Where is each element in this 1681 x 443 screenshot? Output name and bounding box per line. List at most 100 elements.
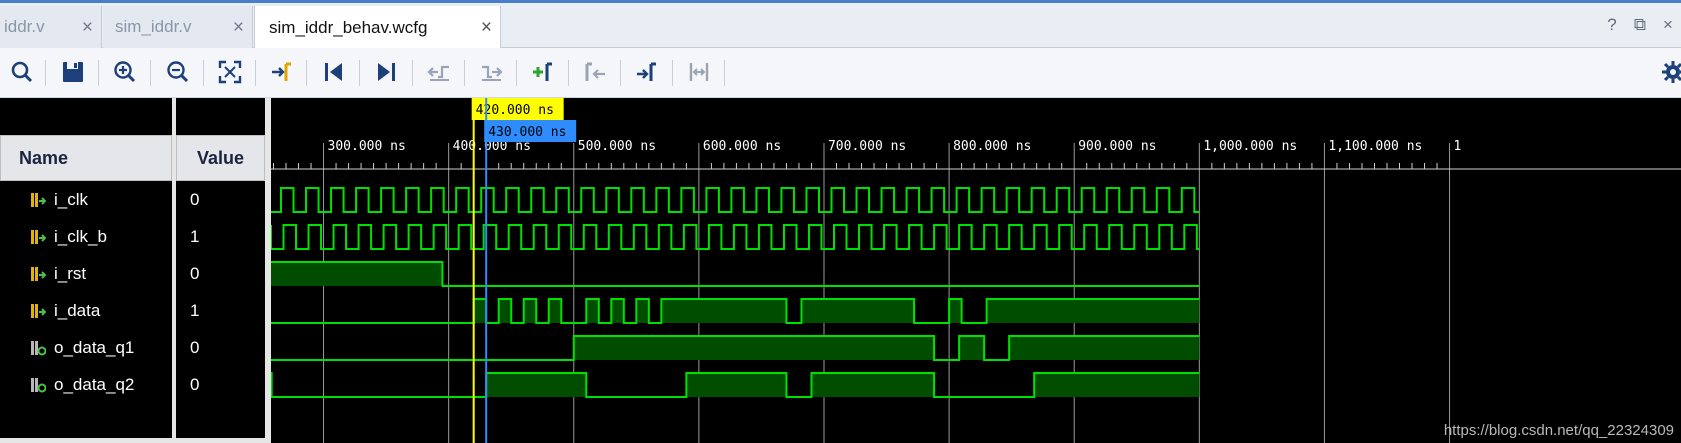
wave-high-fill <box>486 373 587 397</box>
signal-name: o_data_q1 <box>54 337 135 357</box>
editor-tab-bar: iddr.v × sim_iddr.v × sim_iddr_behav.wcf… <box>0 3 1681 49</box>
help-icon[interactable]: ? <box>1603 15 1621 35</box>
wave-high-fill <box>686 373 787 397</box>
next-marker-icon[interactable] <box>632 57 662 87</box>
time-tick-label: 800.000 ns <box>953 139 1031 154</box>
value-column-header[interactable]: Value <box>176 135 265 181</box>
go-to-start-icon[interactable] <box>319 57 349 87</box>
go-to-end-icon[interactable] <box>371 57 401 87</box>
waveform-i-clk-b <box>271 224 1200 250</box>
toolbar-separator <box>150 60 151 86</box>
wave-high-fill <box>523 299 537 323</box>
wave-high-fill <box>573 336 935 360</box>
next-transition-icon[interactable] <box>476 57 506 87</box>
signal-row-o-data-q2[interactable]: o_data_q2 <box>0 366 172 403</box>
signal-row-o-data-q1[interactable]: o_data_q1 <box>0 329 172 366</box>
signal-row-i-clk[interactable]: i_clk <box>0 181 172 218</box>
close-icon[interactable]: × <box>233 18 244 37</box>
watermark: https://blog.csdn.net/qq_22324309 <box>1443 422 1674 439</box>
toolbar-separator <box>203 60 204 86</box>
input-port-icon <box>31 192 46 207</box>
waveform-toolbar <box>0 48 1681 98</box>
toolbar-separator <box>672 60 673 86</box>
save-icon[interactable] <box>58 57 88 87</box>
previous-marker-icon[interactable] <box>580 57 610 87</box>
signal-row-i-clk-b[interactable]: i_clk_b <box>0 218 172 255</box>
time-tick-label: 600.000 ns <box>703 139 781 154</box>
toolbar-separator <box>98 60 99 86</box>
close-icon[interactable]: × <box>82 18 93 37</box>
signal-value: 0 <box>190 263 200 283</box>
signal-row-i-data[interactable]: i_data <box>0 292 172 329</box>
signal-name: i_data <box>54 300 101 320</box>
wave-high-fill <box>586 299 599 323</box>
signal-row-i-rst[interactable]: i_rst <box>0 255 172 292</box>
toolbar-separator <box>255 60 256 86</box>
zoom-in-icon[interactable] <box>110 57 140 87</box>
go-to-cursor-icon[interactable] <box>267 57 297 87</box>
toolbar-separator <box>45 60 46 86</box>
time-tick-label: 500.000 ns <box>578 139 656 154</box>
zoom-fit-icon[interactable] <box>215 57 245 87</box>
waveform-viewer: Name i_clk i_clk_b i_rst i_data o_data_q… <box>0 98 1681 443</box>
wave-high-fill <box>271 262 443 286</box>
tab-label: sim_iddr_behav.wcfg <box>269 17 428 37</box>
time-tick-label: 700.000 ns <box>828 139 906 154</box>
wave-high-fill <box>473 299 487 323</box>
time-tick-label: 1,100.000 ns <box>1328 139 1422 154</box>
time-tick-label: 1 <box>1454 139 1462 154</box>
toolbar-separator <box>568 60 569 86</box>
search-icon[interactable] <box>7 57 37 87</box>
signal-name: i_clk_b <box>54 226 107 246</box>
wave-high-fill <box>811 373 935 397</box>
wave-high-fill <box>949 299 962 323</box>
tab-label: iddr.v <box>4 17 45 36</box>
name-column-header[interactable]: Name <box>0 135 172 181</box>
signal-value-panel: Value 0 1 0 1 0 0 <box>176 98 265 438</box>
wave-high-fill <box>611 299 624 323</box>
toolbar-separator <box>412 60 413 86</box>
signal-name-panel: Name i_clk i_clk_b i_rst i_data o_data_q… <box>0 98 172 438</box>
waveform-canvas[interactable]: 300.000 ns 400.000 ns 500.000 ns 600.000 ns… <box>271 98 1681 443</box>
tab-sim-iddr-v[interactable]: sim_iddr.v × <box>103 6 253 48</box>
wave-high-fill <box>959 336 985 360</box>
waveform-plot[interactable]: 300.000 ns 400.000 ns 500.000 ns 600.000 ns… <box>271 98 1681 443</box>
signal-value: 1 <box>190 226 200 246</box>
time-tick-label: 1,000.000 ns <box>1203 139 1297 154</box>
signal-name: i_rst <box>54 263 87 283</box>
output-port-icon <box>31 377 46 392</box>
waveform-i-clk <box>271 187 1200 213</box>
time-tick-label: 300.000 ns <box>328 139 406 154</box>
add-marker-icon[interactable] <box>528 57 558 87</box>
window-controls: ? ⧉ × <box>1603 15 1677 35</box>
wave-high-fill <box>1009 336 1200 360</box>
restore-icon[interactable]: ⧉ <box>1631 15 1649 35</box>
wave-high-fill <box>801 299 915 323</box>
signal-value: 1 <box>190 300 200 320</box>
wave-high-fill <box>548 299 562 323</box>
close-icon[interactable]: × <box>481 18 492 37</box>
signal-value: 0 <box>190 189 200 209</box>
wave-high-fill <box>636 299 649 323</box>
tab-label: sim_iddr.v <box>115 17 192 36</box>
settings-icon[interactable] <box>1660 57 1681 87</box>
toolbar-separator <box>306 60 307 86</box>
toolbar-separator <box>359 60 360 86</box>
tab-sim-iddr-behav-wcfg[interactable]: sim_iddr_behav.wcfg × <box>254 6 501 49</box>
signal-name: o_data_q2 <box>54 374 135 394</box>
zoom-out-icon[interactable] <box>163 57 193 87</box>
output-port-icon <box>31 340 46 355</box>
input-port-icon <box>31 229 46 244</box>
wave-high-fill <box>1034 373 1200 397</box>
signal-name: i_clk <box>54 189 89 209</box>
tab-iddr-v[interactable]: iddr.v × <box>0 6 102 48</box>
input-port-icon <box>31 266 46 281</box>
toolbar-separator <box>516 60 517 86</box>
wave-high-fill <box>498 299 512 323</box>
time-tick-label: 900.000 ns <box>1078 139 1156 154</box>
close-window-icon[interactable]: × <box>1659 15 1677 35</box>
signal-value: 0 <box>190 374 200 394</box>
signal-value: 0 <box>190 337 200 357</box>
previous-transition-icon[interactable] <box>424 57 454 87</box>
swap-cursors-icon[interactable] <box>684 57 714 87</box>
